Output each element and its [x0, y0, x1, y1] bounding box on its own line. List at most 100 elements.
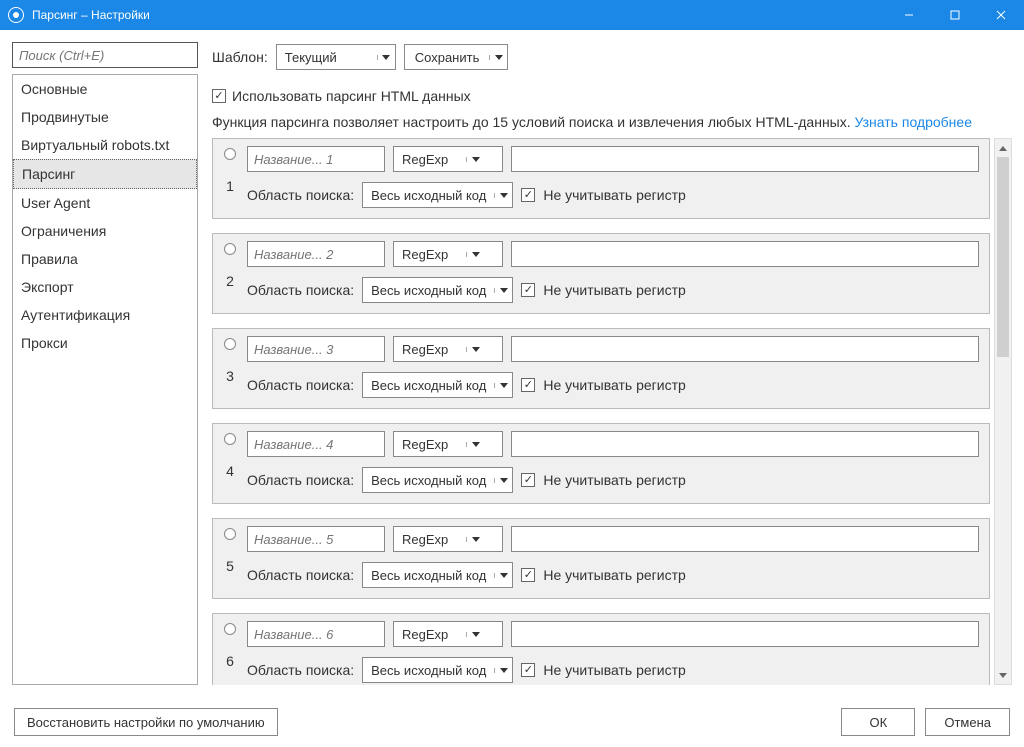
- scroll-up-button[interactable]: [995, 139, 1011, 157]
- sidebar-item[interactable]: Аутентификация: [13, 301, 197, 329]
- ignorecase-checkbox[interactable]: [521, 663, 535, 677]
- rule-name-input[interactable]: [247, 431, 385, 457]
- scope-select[interactable]: Весь исходный код: [362, 657, 513, 683]
- rule-type-select[interactable]: RegExp: [393, 621, 503, 647]
- description-text: Функция парсинга позволяет настроить до …: [212, 114, 1012, 130]
- scope-select[interactable]: Весь исходный код: [362, 467, 513, 493]
- rule-pattern-input[interactable]: [511, 431, 979, 457]
- rule-pattern-input[interactable]: [511, 336, 979, 362]
- scope-label: Область поиска:: [247, 282, 354, 298]
- scope-select[interactable]: Весь исходный код: [362, 277, 513, 303]
- chevron-down-icon: [494, 383, 512, 388]
- rule-name-input[interactable]: [247, 526, 385, 552]
- main-panel: Шаблон: Текущий Сохранить Использовать п…: [212, 42, 1012, 685]
- rule-number: 2: [226, 261, 234, 289]
- maximize-button[interactable]: [932, 0, 978, 30]
- rule-name-input[interactable]: [247, 146, 385, 172]
- sidebar-item[interactable]: Прокси: [13, 329, 197, 357]
- sidebar-item[interactable]: Экспорт: [13, 273, 197, 301]
- sidebar-item[interactable]: Основные: [13, 75, 197, 103]
- rule-name-input[interactable]: [247, 336, 385, 362]
- ignorecase-label: Не учитывать регистр: [543, 472, 685, 488]
- rule-type-select[interactable]: RegExp: [393, 241, 503, 267]
- ignorecase-label: Не учитывать регистр: [543, 662, 685, 678]
- rule-name-input[interactable]: [247, 241, 385, 267]
- sidebar-item[interactable]: User Agent: [13, 189, 197, 217]
- scope-select[interactable]: Весь исходный код: [362, 372, 513, 398]
- rule-type-value: RegExp: [394, 437, 466, 452]
- chevron-down-icon: [494, 478, 512, 483]
- restore-defaults-button[interactable]: Восстановить настройки по умолчанию: [14, 708, 278, 736]
- minimize-button[interactable]: [886, 0, 932, 30]
- scope-value: Весь исходный код: [363, 188, 494, 203]
- template-label: Шаблон:: [212, 49, 268, 65]
- enable-parsing-row: Использовать парсинг HTML данных: [212, 88, 1012, 104]
- chevron-down-icon: [494, 668, 512, 673]
- sidebar-item[interactable]: Правила: [13, 245, 197, 273]
- scope-value: Весь исходный код: [363, 663, 494, 678]
- scope-label: Область поиска:: [247, 662, 354, 678]
- template-select-value: Текущий: [277, 50, 377, 65]
- rule-number: 6: [226, 641, 234, 669]
- chevron-down-icon: [489, 55, 507, 60]
- rule-block: 2 RegExp Область поиска: Весь исходный код Н…: [212, 233, 990, 314]
- rule-type-value: RegExp: [394, 342, 466, 357]
- rule-pattern-input[interactable]: [511, 241, 979, 267]
- rule-radio[interactable]: [224, 338, 236, 350]
- learn-more-link[interactable]: Узнать подробнее: [855, 114, 972, 130]
- enable-parsing-checkbox[interactable]: [212, 89, 226, 103]
- chevron-down-icon: [466, 442, 484, 447]
- rule-type-value: RegExp: [394, 247, 466, 262]
- scrollbar[interactable]: [994, 138, 1012, 685]
- scope-label: Область поиска:: [247, 377, 354, 393]
- rule-radio[interactable]: [224, 243, 236, 255]
- sidebar-item[interactable]: Парсинг: [13, 159, 197, 189]
- scroll-down-button[interactable]: [995, 666, 1011, 684]
- ignorecase-label: Не учитывать регистр: [543, 187, 685, 203]
- chevron-down-icon: [466, 537, 484, 542]
- scope-label: Область поиска:: [247, 472, 354, 488]
- save-template-button[interactable]: Сохранить: [404, 44, 509, 70]
- scroll-track[interactable]: [995, 157, 1011, 666]
- rule-type-value: RegExp: [394, 627, 466, 642]
- ignorecase-label: Не учитывать регистр: [543, 567, 685, 583]
- rule-pattern-input[interactable]: [511, 146, 979, 172]
- rule-radio[interactable]: [224, 148, 236, 160]
- ignorecase-checkbox[interactable]: [521, 188, 535, 202]
- rule-type-select[interactable]: RegExp: [393, 526, 503, 552]
- sidebar-item[interactable]: Виртуальный robots.txt: [13, 131, 197, 159]
- rule-block: 5RegExpОбласть поиска:Весь исходный кодН…: [212, 518, 990, 599]
- scroll-thumb[interactable]: [997, 157, 1009, 357]
- rule-type-select[interactable]: RegExp: [393, 146, 503, 172]
- rule-radio[interactable]: [224, 433, 236, 445]
- sidebar-item[interactable]: Ограничения: [13, 217, 197, 245]
- ignorecase-checkbox[interactable]: [521, 473, 535, 487]
- rule-type-value: RegExp: [394, 152, 466, 167]
- template-select[interactable]: Текущий: [276, 44, 396, 70]
- scope-select[interactable]: Весь исходный код: [362, 182, 513, 208]
- ok-button[interactable]: ОК: [841, 708, 915, 736]
- chevron-down-icon: [494, 193, 512, 198]
- scope-select[interactable]: Весь исходный код: [362, 562, 513, 588]
- chevron-down-icon: [466, 157, 484, 162]
- cancel-button[interactable]: Отмена: [925, 708, 1010, 736]
- rule-pattern-input[interactable]: [511, 621, 979, 647]
- window-controls: [886, 0, 1024, 30]
- ignorecase-label: Не учитывать регистр: [543, 282, 685, 298]
- rule-radio[interactable]: [224, 528, 236, 540]
- rule-block: 6 RegExp Область поиска: Весь исходный код Н…: [212, 613, 990, 685]
- rule-radio[interactable]: [224, 623, 236, 635]
- rule-pattern-input[interactable]: [511, 526, 979, 552]
- search-input[interactable]: [12, 42, 198, 68]
- rule-type-select[interactable]: RegExp: [393, 431, 503, 457]
- sidebar-item[interactable]: Продвинутые: [13, 103, 197, 131]
- rule-name-input[interactable]: [247, 621, 385, 647]
- rule-type-select[interactable]: RegExp: [393, 336, 503, 362]
- ignorecase-checkbox[interactable]: [521, 283, 535, 297]
- ignorecase-checkbox[interactable]: [521, 378, 535, 392]
- ignorecase-checkbox[interactable]: [521, 568, 535, 582]
- enable-parsing-label: Использовать парсинг HTML данных: [232, 88, 471, 104]
- titlebar: Парсинг – Настройки: [0, 0, 1024, 30]
- close-button[interactable]: [978, 0, 1024, 30]
- chevron-down-icon: [466, 347, 484, 352]
